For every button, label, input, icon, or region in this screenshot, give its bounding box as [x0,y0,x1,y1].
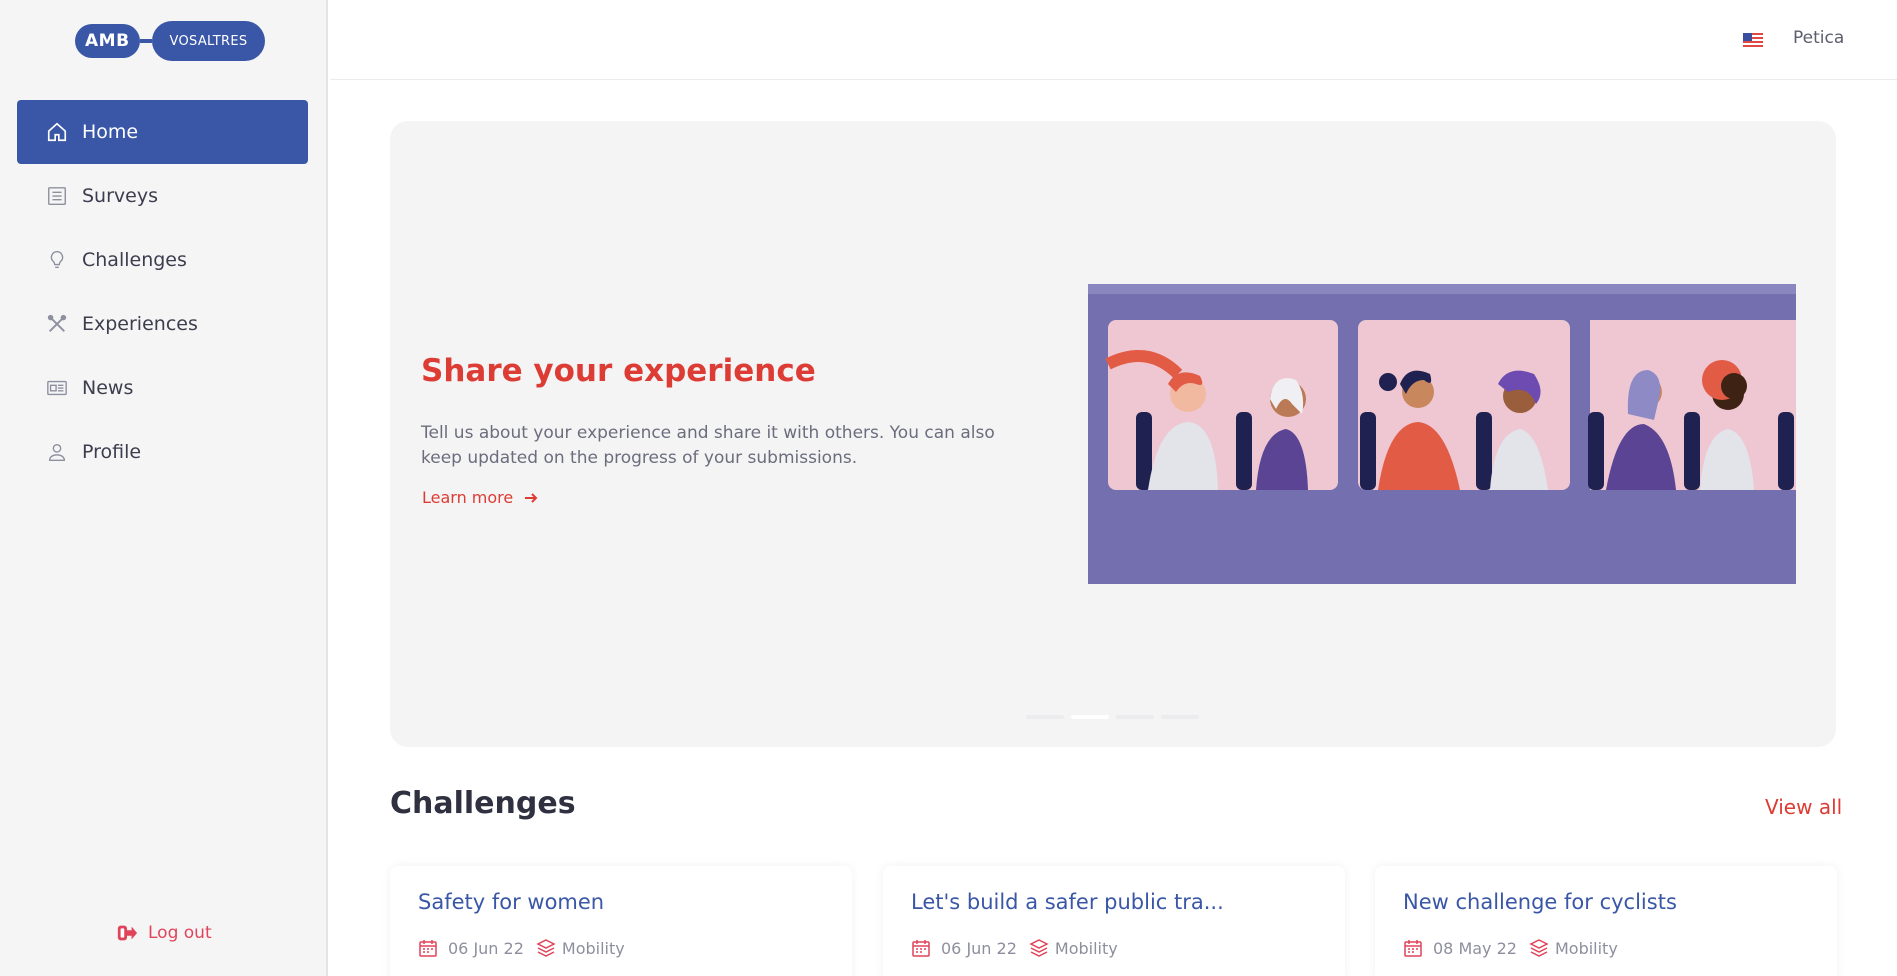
logout-icon [116,922,138,944]
challenge-category: Mobility [1054,938,1118,958]
challenge-category: Mobility [561,938,625,958]
carousel-dot-active[interactable] [1071,715,1109,719]
layers-icon [536,938,556,958]
sidebar-item-surveys[interactable]: Surveys [17,164,308,228]
us-flag-icon[interactable] [1743,32,1763,47]
calendar-icon [418,938,438,958]
sidebar-item-label: Profile [82,441,142,463]
topbar: Petica [330,0,1897,80]
carousel-dots [1026,715,1206,719]
home-icon [46,121,68,143]
challenge-card[interactable]: Safety for women 06 Jun 22 Mobility [390,866,852,976]
hero-illustration [1088,284,1796,584]
sidebar-nav: Home Surveys Challenges Experiences News [17,100,308,484]
newspaper-icon [46,377,68,399]
hero-carousel: Share your experience Tell us about your… [390,121,1836,747]
sidebar-item-news[interactable]: News [17,356,308,420]
sidebar-item-label: Experiences [82,313,198,335]
challenge-meta: 06 Jun 22 Mobility [911,938,1118,958]
sidebar-item-profile[interactable]: Profile [17,420,308,484]
challenge-card[interactable]: New challenge for cyclists 08 May 22 Mob… [1375,866,1837,976]
challenge-card[interactable]: Let's build a safer public tra... 06 Jun… [883,866,1345,976]
list-icon [46,185,68,207]
carousel-dot[interactable] [1026,715,1064,719]
layers-icon [1529,938,1549,958]
calendar-icon [1403,938,1423,958]
sidebar: AMB VOSALTRES Home Surveys Challenges Ex… [0,0,328,976]
challenge-title[interactable]: New challenge for cyclists [1403,890,1677,914]
learn-more-label: Learn more [422,488,514,507]
sidebar-item-label: Home [82,121,139,143]
challenge-date: 06 Jun 22 [448,938,524,958]
challenge-meta: 06 Jun 22 Mobility [418,938,625,958]
hero-title: Share your experience [421,353,816,389]
sidebar-item-experiences[interactable]: Experiences [17,292,308,356]
logo-amb: AMB [75,24,140,58]
challenge-title[interactable]: Let's build a safer public tra... [911,890,1224,914]
sidebar-item-challenges[interactable]: Challenges [17,228,308,292]
view-all-link[interactable]: View all [1765,795,1842,819]
challenge-date: 06 Jun 22 [941,938,1017,958]
sidebar-item-label: Surveys [82,185,158,207]
layers-icon [1029,938,1049,958]
sidebar-item-label: Challenges [82,249,187,271]
challenge-title[interactable]: Safety for women [418,890,604,914]
sidebar-item-home[interactable]: Home [17,100,308,164]
hero-description: Tell us about your experience and share … [421,423,995,468]
user-menu[interactable]: Petica [1793,28,1844,48]
logo-vosaltres: VOSALTRES [151,21,266,61]
app-logo[interactable]: AMB VOSALTRES [75,20,266,62]
challenge-meta: 08 May 22 Mobility [1403,938,1618,958]
challenge-category: Mobility [1554,938,1618,958]
tools-icon [46,313,68,335]
user-icon [46,441,68,463]
carousel-dot[interactable] [1116,715,1154,719]
calendar-icon [911,938,931,958]
challenge-date: 08 May 22 [1433,938,1517,958]
logo-connector [139,39,152,43]
learn-more-link[interactable]: Learn more [422,488,539,507]
logout-button[interactable]: Log out [116,922,212,944]
carousel-dot[interactable] [1161,715,1199,719]
lightbulb-icon [46,249,68,271]
challenges-section-title: Challenges [390,786,576,821]
arrow-right-icon [523,490,539,506]
sidebar-item-label: News [82,377,134,399]
logout-label: Log out [148,923,212,943]
